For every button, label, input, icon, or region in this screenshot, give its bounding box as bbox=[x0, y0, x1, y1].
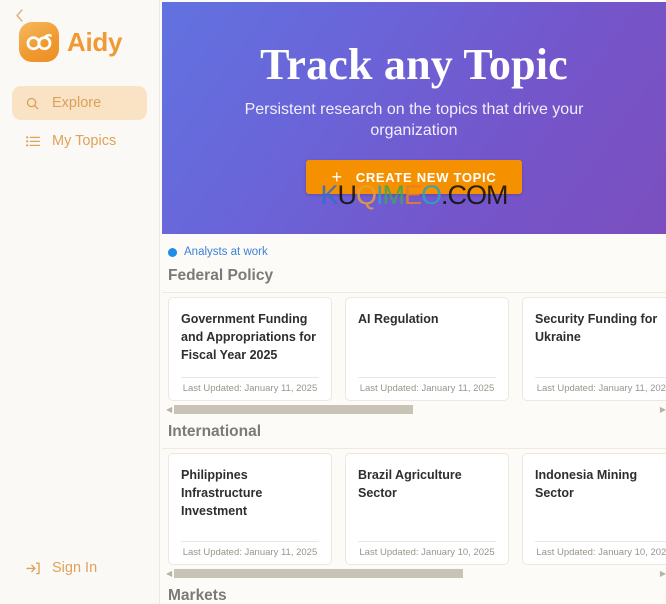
plus-icon: + bbox=[331, 167, 343, 188]
status-label: Analysts at work bbox=[184, 246, 268, 258]
topic-card-title: Brazil Agriculture Sector bbox=[358, 468, 462, 501]
topic-card-title: Indonesia Mining Sector bbox=[535, 468, 638, 501]
status-dot-icon bbox=[168, 247, 177, 257]
scroll-left-arrow-icon[interactable]: ◀ bbox=[166, 569, 172, 578]
topic-card-updated: Last Updated: January 10, 2025 bbox=[358, 541, 496, 564]
section-title: Markets bbox=[168, 587, 227, 604]
sign-in-button[interactable]: Sign In bbox=[12, 552, 110, 584]
section-title: International bbox=[168, 423, 262, 440]
topic-card-title: Philippines Infrastructure Investment bbox=[181, 468, 263, 519]
topic-card[interactable]: Security Funding for Ukraine Last Update… bbox=[522, 297, 666, 401]
hero-title: Track any Topic bbox=[260, 39, 568, 89]
list-icon bbox=[25, 134, 40, 149]
section-rail: Government Funding and Appropriations fo… bbox=[162, 292, 666, 414]
topic-card[interactable]: AI Regulation Last Updated: January 11, … bbox=[345, 297, 509, 401]
topic-card-title: Security Funding for Ukraine bbox=[535, 312, 658, 345]
topic-card-updated: Last Updated: January 11, 2025 bbox=[358, 377, 496, 400]
scroll-right-arrow-icon[interactable]: ▶ bbox=[660, 569, 666, 578]
topic-card-title: Government Funding and Appropriations fo… bbox=[181, 312, 316, 363]
hero-banner: Track any Topic Persistent research on t… bbox=[162, 2, 666, 234]
create-new-topic-label: CREATE NEW TOPIC bbox=[355, 169, 497, 185]
login-icon bbox=[25, 561, 40, 576]
create-new-topic-button[interactable]: + CREATE NEW TOPIC bbox=[305, 160, 523, 195]
topic-card-updated: Last Updated: January 11, 2025 bbox=[535, 377, 666, 400]
scroll-right-arrow-icon[interactable]: ▶ bbox=[660, 405, 666, 414]
topic-card-title: AI Regulation bbox=[358, 312, 439, 326]
sidebar-item-label: Explore bbox=[52, 95, 102, 111]
status-badge: Analysts at work bbox=[162, 234, 666, 258]
scrollbar-thumb[interactable] bbox=[174, 405, 414, 414]
aidy-logo-icon bbox=[19, 22, 59, 62]
topic-card[interactable]: Government Funding and Appropriations fo… bbox=[168, 297, 332, 401]
hero-subtitle: Persistent research on the topics that d… bbox=[244, 100, 584, 140]
card-rail[interactable]: Philippines Infrastructure Investment La… bbox=[162, 448, 666, 565]
horizontal-scrollbar[interactable]: ◀ ▶ bbox=[166, 405, 666, 414]
app-root: Aidy Explore My Topics Sign In Track any… bbox=[0, 0, 666, 604]
main-content: Track any Topic Persistent research on t… bbox=[160, 0, 666, 604]
topic-card-updated: Last Updated: January 11, 2025 bbox=[181, 541, 319, 564]
chevron-left-icon bbox=[15, 8, 23, 22]
search-icon bbox=[25, 96, 40, 111]
topic-card[interactable]: Brazil Agriculture Sector Last Updated: … bbox=[345, 453, 509, 565]
scroll-left-arrow-icon[interactable]: ◀ bbox=[166, 405, 172, 414]
sidebar-collapse-button[interactable] bbox=[10, 6, 28, 24]
section-title: Federal Policy bbox=[168, 267, 274, 284]
section-rail: Philippines Infrastructure Investment La… bbox=[162, 448, 666, 578]
sidebar-item-explore[interactable]: Explore bbox=[12, 86, 147, 120]
scrollbar-thumb[interactable] bbox=[174, 569, 463, 578]
horizontal-scrollbar[interactable]: ◀ ▶ bbox=[166, 569, 666, 578]
sidebar-item-label: My Topics bbox=[52, 133, 117, 149]
brand-name: Aidy bbox=[67, 27, 123, 57]
topic-card[interactable]: Philippines Infrastructure Investment La… bbox=[168, 453, 332, 565]
topic-card[interactable]: Indonesia Mining Sector Last Updated: Ja… bbox=[522, 453, 666, 565]
sidebar-nav: Explore My Topics bbox=[0, 86, 159, 158]
sidebar-item-my-topics[interactable]: My Topics bbox=[12, 124, 147, 158]
sign-in-label: Sign In bbox=[52, 560, 98, 576]
card-rail[interactable]: Government Funding and Appropriations fo… bbox=[162, 292, 666, 401]
sidebar: Aidy Explore My Topics Sign In bbox=[0, 0, 160, 604]
topic-card-updated: Last Updated: January 10, 2025 bbox=[535, 541, 666, 564]
topic-card-updated: Last Updated: January 11, 2025 bbox=[181, 377, 319, 400]
